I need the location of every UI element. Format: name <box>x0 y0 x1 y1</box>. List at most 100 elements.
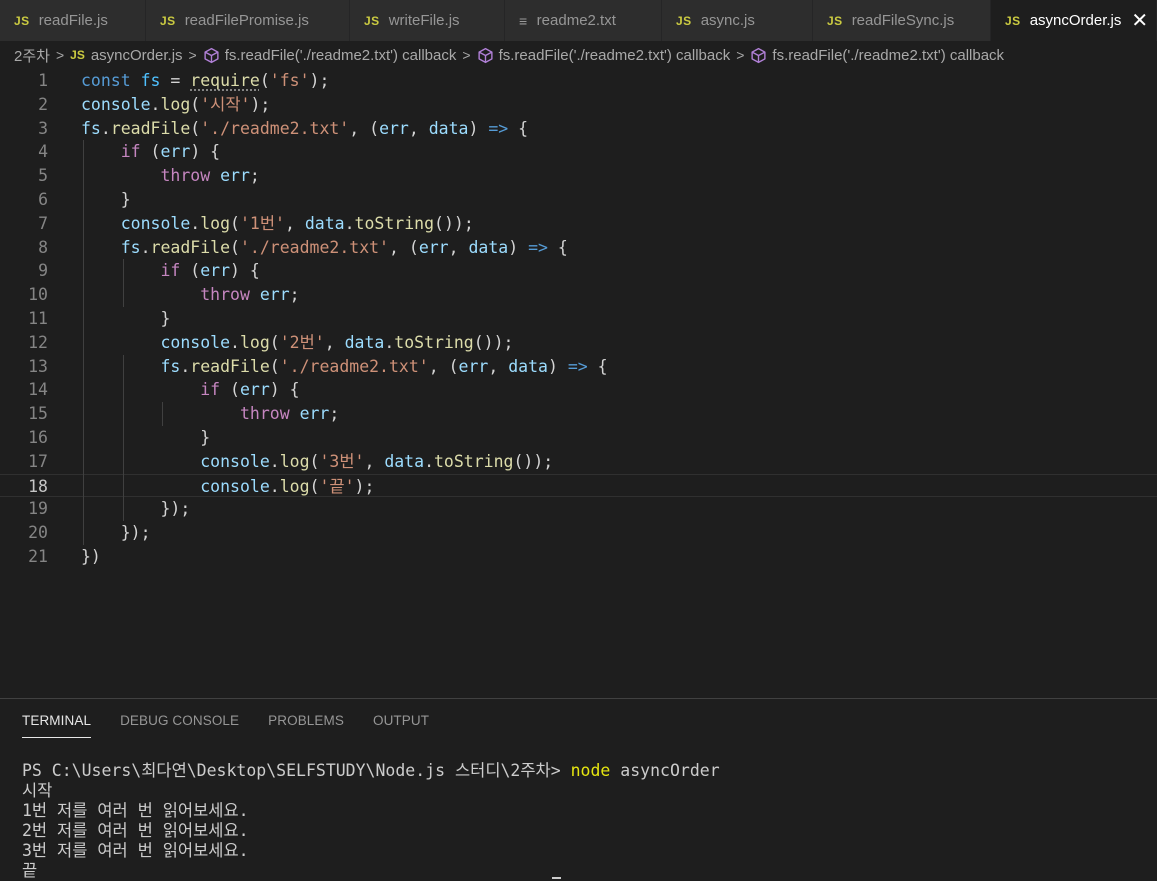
code-line[interactable]: 4 if (err) { <box>0 140 1157 164</box>
breadcrumb-symbol[interactable]: fs.readFile('./readme2.txt') callback <box>225 47 457 64</box>
code-token: fs <box>120 237 141 257</box>
code-token: err <box>160 142 191 162</box>
panel-tab-debug-console[interactable]: DEBUG CONSOLE <box>120 713 239 738</box>
code-token: '시작' <box>200 94 251 114</box>
terminal-output-line: 끝 <box>22 861 38 880</box>
code-token: console <box>81 94 151 114</box>
code-token: '1번' <box>239 213 285 233</box>
code-line[interactable]: 21}) <box>0 545 1157 569</box>
line-number: 21 <box>28 547 48 566</box>
code-token: } <box>81 309 171 328</box>
code-line[interactable]: 20 }); <box>0 521 1157 545</box>
breadcrumb-symbol[interactable]: fs.readFile('./readme2.txt') callback <box>772 47 1004 64</box>
code-line[interactable]: 9 if (err) { <box>0 259 1157 283</box>
chevron-right-icon: > <box>736 47 745 63</box>
code-line[interactable]: 3 fs.readFile('./readme2.txt', (err, data… <box>0 117 1157 141</box>
panel-tab-terminal[interactable]: TERMINAL <box>22 713 92 738</box>
line-number: 2 <box>38 94 48 114</box>
tab-asyncorder-js[interactable]: JS asyncOrder.js ✕ <box>991 0 1157 41</box>
javascript-file-icon: JS <box>1005 13 1021 28</box>
line-number: 13 <box>28 356 48 376</box>
tab-writefile-js[interactable]: JS writeFile.js <box>350 0 505 41</box>
indent-guide <box>162 402 164 426</box>
breadcrumb-symbol[interactable]: fs.readFile('./readme2.txt') callback <box>499 47 731 64</box>
line-number: 8 <box>38 237 48 257</box>
line-number: 10 <box>28 285 48 305</box>
javascript-file-icon: JS <box>160 13 176 28</box>
code-line[interactable]: 12 console.log('2번', data.toString()); <box>0 331 1157 355</box>
code-token: . <box>269 476 280 496</box>
code-token: . <box>150 94 161 114</box>
code-text: if (err) { <box>81 140 220 164</box>
code-token: ( <box>180 261 201 281</box>
code-token: ); <box>250 94 271 114</box>
code-token: err <box>458 356 489 376</box>
code-token: err <box>200 261 231 281</box>
code-line[interactable]: 11 } <box>0 307 1157 331</box>
breadcrumb-folder[interactable]: 2주차 <box>14 45 50 66</box>
code-line[interactable]: 8 fs.readFile('./readme2.txt', (err, dat… <box>0 236 1157 260</box>
code-text: fs.readFile('./readme2.txt', (err, data)… <box>81 355 607 379</box>
code-line[interactable]: 14 if (err) { <box>0 378 1157 402</box>
code-line[interactable]: 1 const fs = require('fs'); <box>0 69 1157 93</box>
code-line[interactable]: 6 } <box>0 188 1157 212</box>
code-token: './readme2.txt' <box>200 118 350 138</box>
code-line[interactable]: 13 fs.readFile('./readme2.txt', (err, da… <box>0 355 1157 379</box>
code-token: require <box>190 71 260 90</box>
code-token: log <box>279 476 310 496</box>
code-line[interactable]: 17 console.log('3번', data.toString()); <box>0 450 1157 474</box>
terminal-output-line: 1번 저를 여러 번 읽어보세요. <box>22 801 249 820</box>
code-token: . <box>190 213 201 233</box>
code-token: ( <box>190 94 201 114</box>
code-token: , ( <box>428 356 459 376</box>
code-token: data <box>384 451 425 471</box>
code-token: . <box>230 332 240 352</box>
close-icon[interactable]: ✕ <box>1131 11 1148 31</box>
breadcrumb-file[interactable]: asyncOrder.js <box>91 47 183 64</box>
code-line[interactable]: 7 console.log('1번', data.toString()); <box>0 212 1157 236</box>
panel-tab-problems[interactable]: PROBLEMS <box>268 713 344 738</box>
tab-readfilepromise-js[interactable]: JS readFilePromise.js <box>146 0 350 41</box>
chevron-right-icon: > <box>55 47 65 63</box>
code-token: => <box>528 237 548 257</box>
code-token: . <box>344 213 355 233</box>
line-number: 6 <box>38 190 48 209</box>
code-line[interactable]: 18 console.log('끝'); <box>0 473 1157 498</box>
code-line[interactable]: 19 }); <box>0 497 1157 521</box>
code-token: . <box>180 356 191 376</box>
panel-tab-output[interactable]: OUTPUT <box>373 713 429 738</box>
code-line[interactable]: 5 throw err; <box>0 164 1157 188</box>
code-token: , ( <box>389 237 419 257</box>
code-token: ( <box>230 213 240 233</box>
terminal-output[interactable]: PS C:\Users\최다연\Desktop\SELFSTUDY\Node.j… <box>22 761 720 881</box>
line-number: 11 <box>28 309 48 328</box>
code-line[interactable]: 10 throw err; <box>0 283 1157 307</box>
code-token: ( <box>309 476 320 496</box>
code-token: console <box>120 213 191 233</box>
tab-readfilesync-js[interactable]: JS readFileSync.js <box>813 0 991 41</box>
code-text: throw err; <box>81 402 339 426</box>
code-line[interactable]: 2 console.log('시작'); <box>0 93 1157 117</box>
code-editor[interactable]: 1 const fs = require('fs'); 2 console.log('… <box>0 69 1157 697</box>
breadcrumb: 2주차 > JS asyncOrder.js > fs.readFile('./r… <box>0 41 1157 69</box>
code-token: fs <box>160 356 181 376</box>
javascript-file-icon: JS <box>676 13 692 28</box>
code-line[interactable]: 15 throw err; <box>0 402 1157 426</box>
tab-async-js[interactable]: JS async.js <box>662 0 813 41</box>
code-text: }) <box>81 545 101 569</box>
code-token: fs <box>81 118 101 138</box>
code-token: ) { <box>269 380 300 400</box>
tab-readfile-js[interactable]: JS readFile.js <box>0 0 146 41</box>
indent-guide <box>122 354 124 522</box>
code-token: , <box>324 332 345 352</box>
code-token: ) { <box>190 142 221 162</box>
code-line[interactable]: 16 } <box>0 426 1157 450</box>
terminal-prompt: PS C:\Users\최다연\Desktop\SELFSTUDY\Node.j… <box>22 761 571 780</box>
code-token: ) <box>468 118 489 138</box>
tab-readme2-txt[interactable]: ≡ readme2.txt <box>505 0 662 41</box>
code-token: toString <box>434 451 514 471</box>
code-text: console.log('3번', data.toString()); <box>81 450 553 474</box>
